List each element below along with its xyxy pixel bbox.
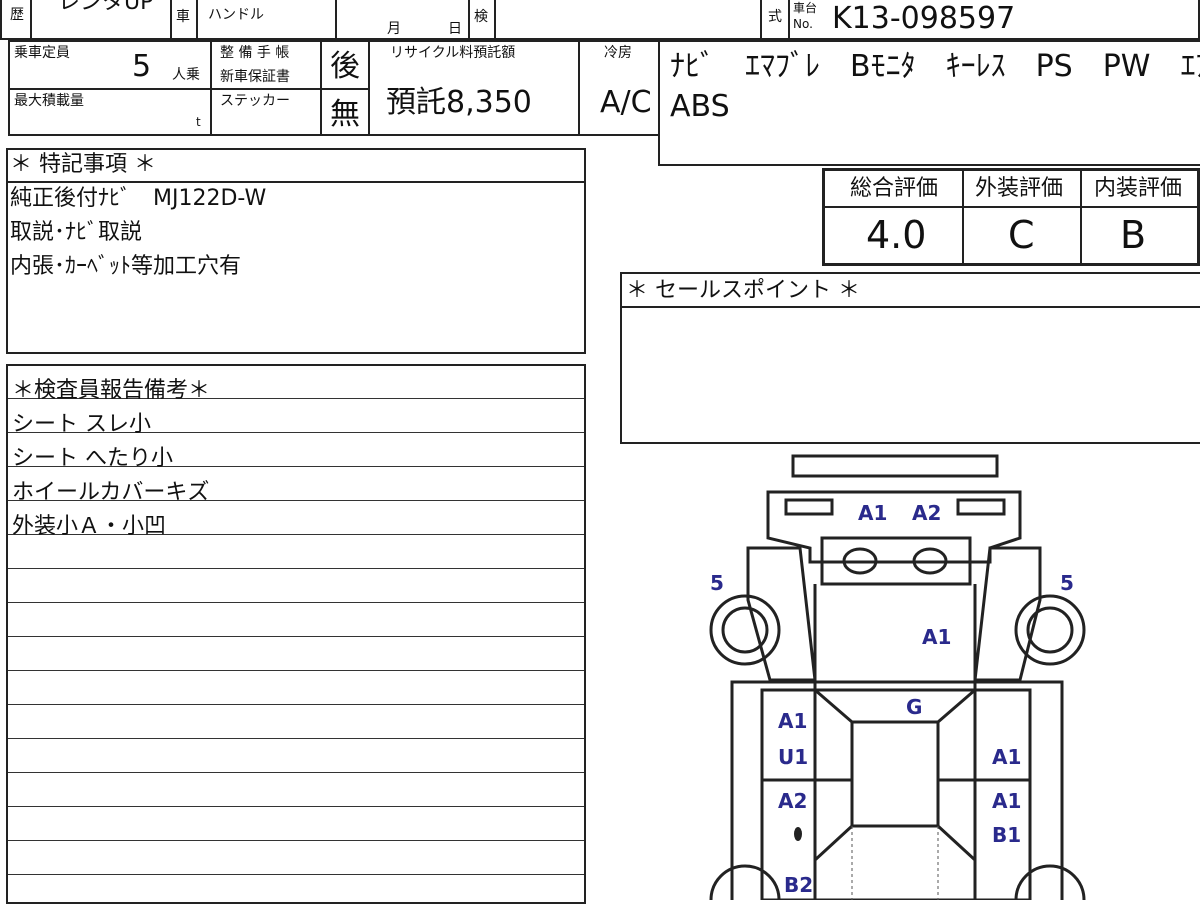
headlight-left [784, 498, 834, 516]
damage-mark: 5 [710, 571, 724, 595]
damage-mark: A1 [922, 625, 951, 649]
front-body [766, 490, 1022, 564]
damage-mark: A1 [992, 789, 1021, 813]
damage-mark: A1 [778, 709, 807, 733]
wheel-rear-right [1014, 864, 1086, 900]
front-bumper [791, 454, 999, 478]
roof-edge [936, 824, 977, 862]
damage-mark: A1 [992, 745, 1021, 769]
damage-mark: A2 [912, 501, 941, 525]
roof-edge [937, 688, 976, 724]
wheel-front-left-inner [721, 606, 769, 654]
car-damage-diagram: A1 A2 5 5 A1 G A1 U1 A1 A2 A1 B1 B2 [709, 454, 1086, 900]
roof [850, 720, 940, 828]
damage-mark: B1 [992, 823, 1021, 847]
wheel-front-left [709, 594, 781, 666]
damage-mark: 5 [1060, 571, 1074, 595]
wheel-front-right [1014, 594, 1086, 666]
damage-mark: A2 [778, 789, 807, 813]
wheel-front-right-inner [1026, 606, 1074, 654]
wheel-rear-left [709, 864, 781, 900]
fender-right [973, 546, 1042, 682]
damage-mark: G [906, 695, 922, 719]
headlight-right [956, 498, 1006, 516]
damage-mark: B2 [784, 873, 813, 897]
roof-edge [814, 688, 853, 724]
dent-dot [794, 827, 802, 841]
roof-edge [813, 824, 854, 862]
damage-mark: A1 [858, 501, 887, 525]
damage-mark: U1 [778, 745, 808, 769]
